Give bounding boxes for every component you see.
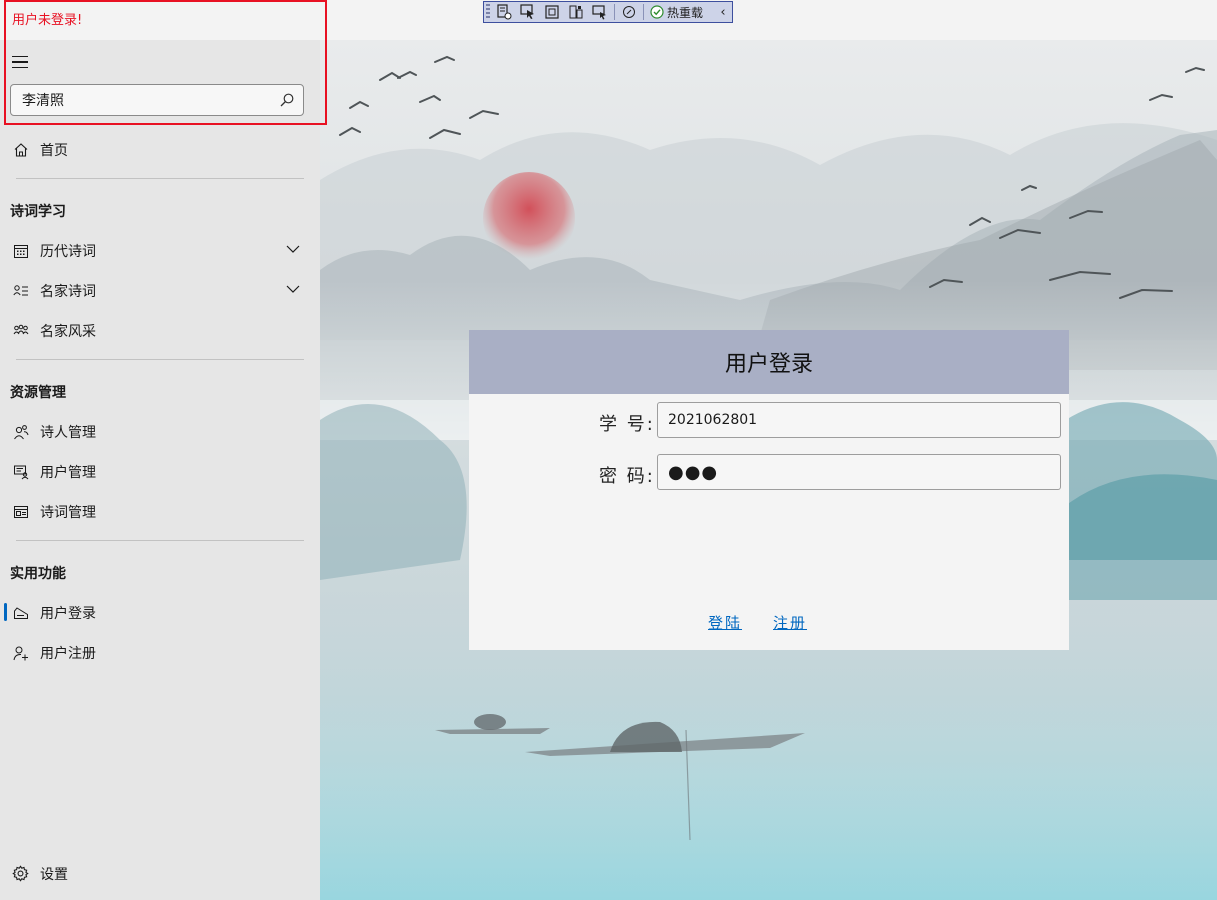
nav-item-famous-poems[interactable]: 名家诗词 (0, 272, 320, 308)
register-link[interactable]: 注册 (773, 612, 807, 633)
nav-label: 历代诗词 (40, 244, 96, 260)
user-card-icon (12, 463, 29, 480)
search-input[interactable] (11, 85, 261, 115)
nav-divider (16, 359, 304, 360)
toolbar-separator (614, 4, 615, 20)
nav-divider (16, 178, 304, 179)
xaml-debug-toolbar: 热重载 ‹ (483, 1, 733, 23)
section-header-utilities: 实用功能 (10, 566, 66, 582)
calendar-icon (12, 242, 29, 259)
display-layout-adorners-icon[interactable] (542, 3, 562, 21)
person-group-icon (12, 423, 29, 440)
document-icon (12, 503, 29, 520)
student-id-input[interactable] (658, 403, 1060, 437)
nav-item-poem-management[interactable]: 诗词管理 (0, 493, 320, 529)
check-circle-icon (650, 5, 664, 19)
nav-label: 设置 (40, 867, 68, 883)
chevron-down-icon[interactable] (286, 284, 300, 294)
navigation-pane: 首页 诗词学习 历代诗词 名家诗词 名家风采 资源管理 诗人管理 (0, 40, 320, 900)
student-id-label: 学 号: (599, 414, 655, 435)
section-header-resource-management: 资源管理 (10, 385, 66, 401)
nav-label: 用户登录 (40, 606, 96, 622)
add-user-icon (12, 644, 29, 661)
section-header-poetry-study: 诗词学习 (10, 204, 66, 220)
search-box[interactable] (10, 84, 304, 116)
login-status-text: 用户未登录! (12, 13, 83, 28)
track-focus-icon[interactable] (566, 3, 586, 21)
nav-item-settings[interactable]: 设置 (0, 855, 320, 891)
nav-label: 诗词管理 (40, 505, 96, 521)
live-visual-tree-icon[interactable] (494, 3, 514, 21)
nav-item-home[interactable]: 首页 (0, 131, 320, 167)
preview-selection-icon[interactable] (590, 3, 610, 21)
home-icon (12, 141, 29, 158)
password-label: 密 码: (599, 466, 655, 487)
password-input[interactable] (658, 455, 1060, 489)
nav-label: 用户管理 (40, 465, 96, 481)
nav-item-user-login[interactable]: 用户登录 (0, 594, 320, 630)
people-icon (12, 322, 29, 339)
nav-item-poet-management[interactable]: 诗人管理 (0, 413, 320, 449)
hamburger-menu-icon[interactable] (12, 56, 28, 68)
contact-list-icon (12, 282, 29, 299)
selection-indicator (4, 603, 7, 621)
toolbar-grip[interactable] (486, 4, 490, 20)
hot-reload-label: 热重载 (667, 5, 704, 20)
nav-label: 名家风采 (40, 324, 96, 340)
login-card-header: 用户登录 (469, 330, 1069, 394)
login-title: 用户登录 (724, 352, 813, 377)
nav-item-user-register[interactable]: 用户注册 (0, 634, 320, 670)
nav-label: 用户注册 (40, 646, 96, 662)
nav-label: 名家诗词 (40, 284, 96, 300)
nav-label: 诗人管理 (40, 425, 96, 441)
nav-item-poet-profiles[interactable]: 名家风采 (0, 312, 320, 348)
nav-item-historical-poems[interactable]: 历代诗词 (0, 232, 320, 268)
login-link[interactable]: 登陆 (708, 612, 742, 633)
chevron-down-icon[interactable] (286, 244, 300, 254)
student-id-field[interactable] (657, 402, 1061, 438)
password-field[interactable] (657, 454, 1061, 490)
select-element-icon[interactable] (518, 3, 538, 21)
signin-icon (12, 604, 29, 621)
collapse-toolbar-icon[interactable]: ‹ (716, 5, 730, 20)
login-card: 用户登录 学 号: 密 码: 登陆 注册 (469, 330, 1069, 650)
toolbar-separator (643, 4, 644, 20)
search-icon[interactable] (279, 92, 295, 108)
nav-divider (16, 540, 304, 541)
binding-failures-icon[interactable] (619, 3, 639, 21)
nav-label: 首页 (40, 143, 68, 159)
gear-icon (12, 865, 29, 882)
nav-item-user-management[interactable]: 用户管理 (0, 453, 320, 489)
hot-reload-status[interactable]: 热重载 (648, 4, 705, 21)
